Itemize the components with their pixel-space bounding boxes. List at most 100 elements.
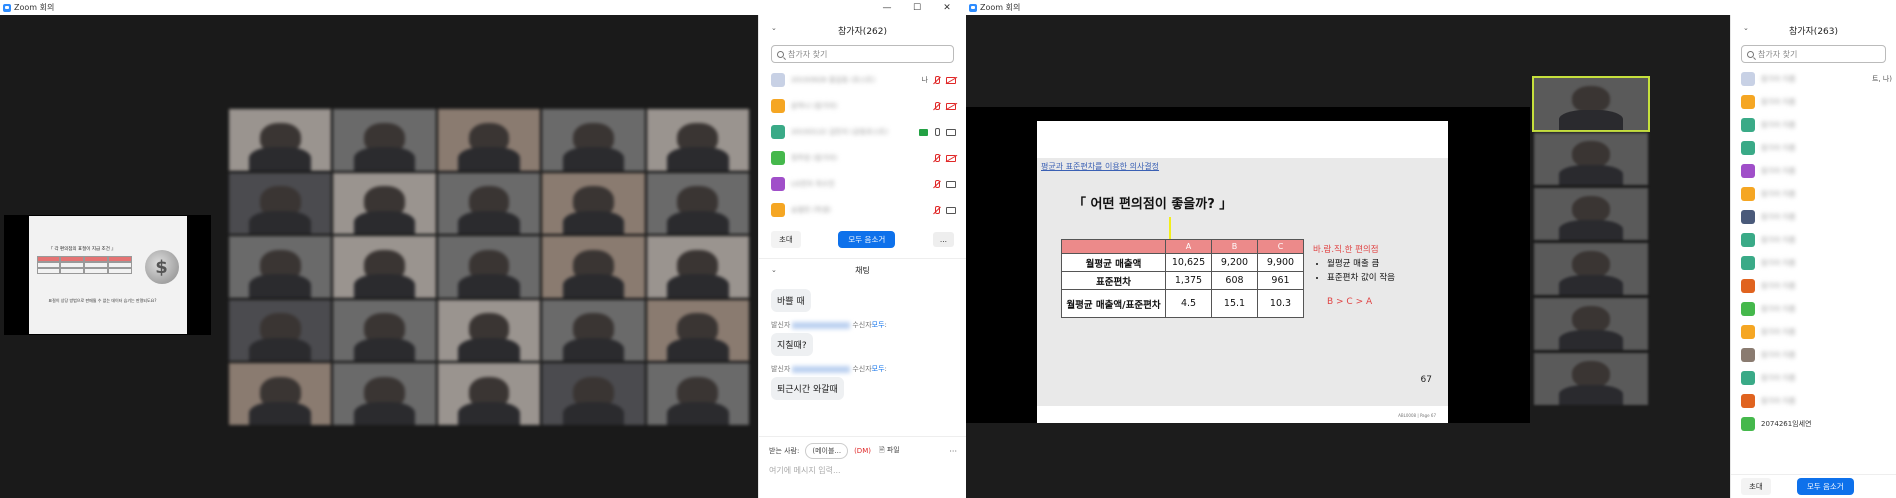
mute-all-button[interactable]: 모두 음소거	[838, 231, 896, 248]
avatar	[1741, 71, 1755, 86]
video-strip	[1532, 76, 1650, 408]
participant-row[interactable]: 참가자 이름	[1731, 251, 1896, 274]
participant-video-tile[interactable]	[437, 299, 541, 362]
chat-more-icon[interactable]: ···	[949, 447, 957, 456]
dm-label: (DM)	[854, 447, 871, 455]
slide-title: 「 어떤 편의점이 좋을까? 」	[1073, 197, 1233, 212]
participant-video-tile[interactable]	[542, 363, 645, 425]
participant-row[interactable]: 참가자 이름	[1731, 113, 1896, 136]
avatar	[771, 99, 785, 113]
search-icon	[777, 50, 784, 58]
participant-video-tile[interactable]	[646, 172, 749, 235]
participant-video-tile[interactable]	[333, 363, 436, 425]
participant-video-tile[interactable]	[229, 299, 332, 362]
participant-name: LG전자 최수진	[791, 180, 835, 188]
chat-message-meta: 발신자 수신자모두:	[771, 321, 887, 329]
participant-search-input[interactable]: 참가자 찾기	[1741, 45, 1886, 63]
video-area: 『 각 편의점의 표절이 지급 조건 』 $ 표절이 상당 방법으로 판매될 수…	[0, 15, 758, 498]
participant-row[interactable]: 참가자 이름	[1731, 366, 1896, 389]
participant-video-tile[interactable]	[333, 236, 436, 298]
participant-video-tile[interactable]	[646, 236, 749, 298]
participant-video-tile[interactable]	[542, 109, 645, 171]
participant-video-tile[interactable]	[1534, 188, 1648, 240]
avatar	[1741, 324, 1755, 339]
participant-video-tile[interactable]	[1534, 298, 1648, 350]
mic-muted-icon	[932, 205, 941, 215]
collapse-icon[interactable]: ⌄	[1743, 24, 1749, 32]
participant-video-tile[interactable]	[333, 109, 436, 171]
invite-button[interactable]: 초대	[771, 231, 801, 248]
participant-row[interactable]: 참가자 이름	[1731, 159, 1896, 182]
participant-video-tile[interactable]	[646, 363, 749, 425]
participant-name: 참가자 이름	[1761, 166, 1796, 175]
participant-video-tile[interactable]	[437, 236, 541, 298]
participant-row[interactable]: 참가자 이름	[1731, 136, 1896, 159]
maximize-icon[interactable]: ☐	[902, 3, 932, 13]
mute-all-button[interactable]: 모두 음소거	[1796, 478, 1854, 495]
screen-share-thumbnail[interactable]: 『 각 편의점의 표절이 지급 조건 』 $ 표절이 상당 방법으로 판매될 수…	[4, 215, 211, 335]
participant-video-tile[interactable]	[1534, 243, 1648, 295]
collapse-icon[interactable]: ⌄	[771, 24, 777, 32]
participant-row[interactable]: 20193122 김민지 (공동호스트)	[759, 119, 966, 145]
participant-name: 참가자 이름	[1761, 120, 1796, 129]
gallery-view	[229, 109, 749, 425]
chat-header: ⌄ 채팅	[759, 258, 966, 282]
participants-title: 참가자(262)	[837, 26, 888, 37]
participant-video-tile[interactable]	[437, 363, 541, 425]
participant-row[interactable]: 송철민 (학생)	[759, 197, 966, 223]
screen-share-view[interactable]: 평균과 표준편차를 이용한 의사결정 「 어떤 편의점이 좋을까? 」 A B …	[966, 107, 1530, 423]
shared-slide-table	[36, 256, 132, 280]
participant-row[interactable]: 윤하나 (참가자)	[759, 93, 966, 119]
participant-video-tile[interactable]	[333, 172, 436, 235]
participant-video-tile[interactable]	[542, 236, 645, 298]
participant-video-tile[interactable]	[646, 109, 749, 171]
window-title: Zoom 회의	[980, 3, 1021, 12]
participant-row[interactable]: 참가자 이름	[1731, 297, 1896, 320]
camera-icon	[946, 206, 956, 214]
participant-video-tile[interactable]	[1534, 133, 1648, 185]
participant-video-tile[interactable]	[229, 363, 332, 425]
slide-note-item: 월평균 매출 큼	[1327, 257, 1395, 269]
participant-row[interactable]: 참가자 이름	[1731, 228, 1896, 251]
minimize-icon[interactable]: —	[872, 3, 902, 13]
participant-row[interactable]: 참가자 이름	[1731, 205, 1896, 228]
participant-video-tile[interactable]	[646, 299, 749, 362]
participant-video-tile[interactable]	[437, 172, 541, 235]
mic-muted-icon	[932, 101, 941, 111]
participants-title: 참가자(263)	[1788, 26, 1839, 37]
participant-row[interactable]: 참가자 이름 트, 나)	[1731, 67, 1896, 90]
participant-row[interactable]: 참가자 이름	[1731, 343, 1896, 366]
participant-row[interactable]: LG전자 최수진	[759, 171, 966, 197]
participant-row[interactable]: 2074261임세연	[1731, 412, 1896, 435]
participant-row[interactable]: 참가자 이름	[1731, 274, 1896, 297]
participant-row[interactable]: 20193928 홍길동 (호스트) 나	[759, 67, 966, 93]
participants-header: ⌄ 참가자(262)	[759, 15, 966, 45]
participant-video-tile[interactable]	[229, 236, 332, 298]
participant-video-tile[interactable]	[229, 172, 332, 235]
file-button[interactable]: 🗎 파일	[879, 445, 900, 457]
collapse-icon[interactable]: ⌄	[771, 266, 777, 274]
participant-video-tile[interactable]	[437, 109, 541, 171]
close-icon[interactable]: ✕	[932, 3, 962, 13]
more-button[interactable]: ...	[932, 232, 954, 247]
participant-name: 20193122 김민지 (공동호스트)	[791, 128, 889, 136]
participant-video-tile[interactable]	[542, 172, 645, 235]
shared-slide-note: 표절이 상당 방법으로 판매될 수 없는 데이터 습기는 판명되도요?	[48, 298, 157, 303]
invite-button[interactable]: 초대	[1741, 478, 1771, 495]
participant-search-input[interactable]: 참가자 찾기	[771, 45, 954, 63]
participant-row[interactable]: 참가자 이름	[1731, 389, 1896, 412]
participant-video-tile[interactable]	[1534, 353, 1648, 405]
participant-row[interactable]: 참가자 이름	[1731, 320, 1896, 343]
zoom-window-left: Zoom 회의 — ☐ ✕ 『 각 편의점의 표절이 지급 조건 』 $ 표절이…	[0, 0, 966, 498]
video-area: 평균과 표준편차를 이용한 의사결정 「 어떤 편의점이 좋을까? 」 A B …	[966, 15, 1730, 498]
recipient-dropdown[interactable]: (메이블...	[805, 443, 849, 459]
participant-row[interactable]: 정주원 (참가자)	[759, 145, 966, 171]
participant-video-tile[interactable]	[333, 299, 436, 362]
participant-video-tile[interactable]	[542, 299, 645, 362]
window-title: Zoom 회의	[14, 3, 55, 12]
participant-row[interactable]: 참가자 이름	[1731, 90, 1896, 113]
participant-video-tile[interactable]	[229, 109, 332, 171]
participant-row[interactable]: 참가자 이름	[1731, 182, 1896, 205]
chat-input[interactable]: 여기에 메시지 입력...	[769, 465, 957, 476]
participant-video-tile[interactable]	[1532, 76, 1650, 132]
